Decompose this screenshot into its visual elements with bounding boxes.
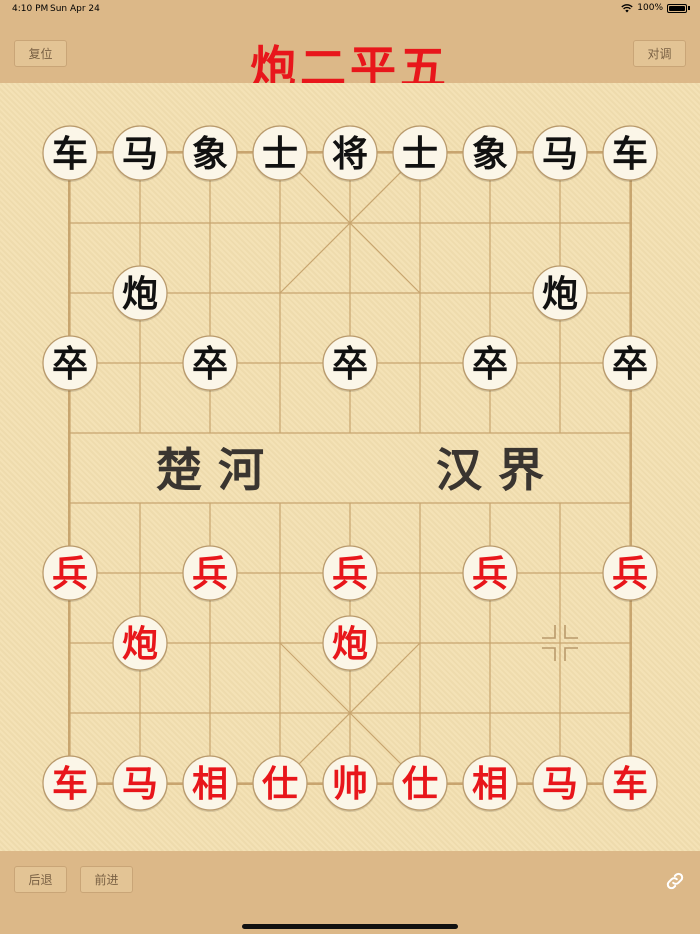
status-bar: 4:10 PM Sun Apr 24 100% [0, 0, 700, 18]
piece-label[interactable]: 卒 [332, 343, 368, 385]
piece-label[interactable]: 马 [122, 763, 158, 805]
piece-label[interactable]: 炮 [332, 623, 368, 665]
wifi-icon [621, 3, 633, 12]
piece-label[interactable]: 车 [52, 133, 88, 175]
piece-label[interactable]: 仕 [262, 763, 298, 805]
status-time: 4:10 PM [12, 4, 49, 14]
piece-label[interactable]: 兵 [332, 553, 368, 595]
river-label-left: 楚 河 [156, 443, 264, 497]
piece-label[interactable]: 兵 [472, 553, 508, 595]
river-label-right: 汉 界 [436, 443, 544, 497]
battery-percent: 100% [637, 3, 663, 13]
xiangqi-board[interactable]: 楚 河汉 界车马象士将士象马车炮 炮卒卒卒卒卒兵兵兵兵兵炮 炮车马相仕帅仕相马车 [0, 83, 700, 851]
piece-label[interactable]: 马 [542, 133, 578, 175]
piece-label[interactable]: 炮 [122, 273, 158, 315]
piece-label[interactable]: 兵 [192, 553, 228, 595]
board-area[interactable]: 楚 河汉 界车马象士将士象马车炮炮卒卒卒卒卒兵兵兵兵兵炮炮车马相仕帅仕相马车 [0, 83, 700, 851]
last-move-marker [564, 647, 578, 661]
piece-label[interactable]: 相 [192, 763, 228, 805]
piece-label[interactable]: 马 [542, 763, 578, 805]
piece-label[interactable]: 士 [262, 133, 298, 175]
piece-label[interactable]: 兵 [52, 553, 88, 595]
battery-icon [667, 3, 687, 13]
piece-label[interactable]: 马 [122, 133, 158, 175]
piece-label[interactable]: 象 [192, 133, 228, 175]
piece-label[interactable]: 炮 [122, 623, 158, 665]
piece-label[interactable]: 象 [472, 133, 508, 175]
piece-label[interactable]: 车 [612, 763, 648, 805]
piece-label[interactable]: 相 [472, 763, 508, 805]
status-right: 100% [621, 3, 690, 13]
forward-button[interactable]: 前进 [80, 866, 133, 893]
status-date: Sun Apr 24 [50, 4, 100, 14]
piece-label[interactable]: 炮 [542, 273, 578, 315]
last-move-marker [542, 647, 556, 661]
piece-label[interactable]: 卒 [192, 343, 228, 385]
last-move-marker [564, 625, 578, 639]
top-bar: 复位 炮二平五 对调 [0, 18, 700, 95]
bottom-bar: 后退 前进 [0, 851, 700, 934]
swap-button[interactable]: 对调 [633, 40, 686, 67]
last-move-marker [542, 625, 556, 639]
link-icon[interactable] [664, 870, 686, 892]
piece-label[interactable]: 卒 [612, 343, 648, 385]
piece-label[interactable]: 车 [52, 763, 88, 805]
piece-label[interactable]: 将 [332, 133, 368, 175]
piece-label[interactable]: 卒 [472, 343, 508, 385]
piece-label[interactable]: 卒 [52, 343, 88, 385]
piece-label[interactable]: 士 [402, 133, 438, 175]
piece-label[interactable]: 车 [612, 133, 648, 175]
piece-label[interactable]: 仕 [402, 763, 438, 805]
battery-tip [688, 6, 690, 10]
piece-label[interactable]: 兵 [612, 553, 648, 595]
back-button[interactable]: 后退 [14, 866, 67, 893]
piece-label[interactable]: 帅 [332, 763, 368, 805]
home-indicator [242, 924, 458, 929]
